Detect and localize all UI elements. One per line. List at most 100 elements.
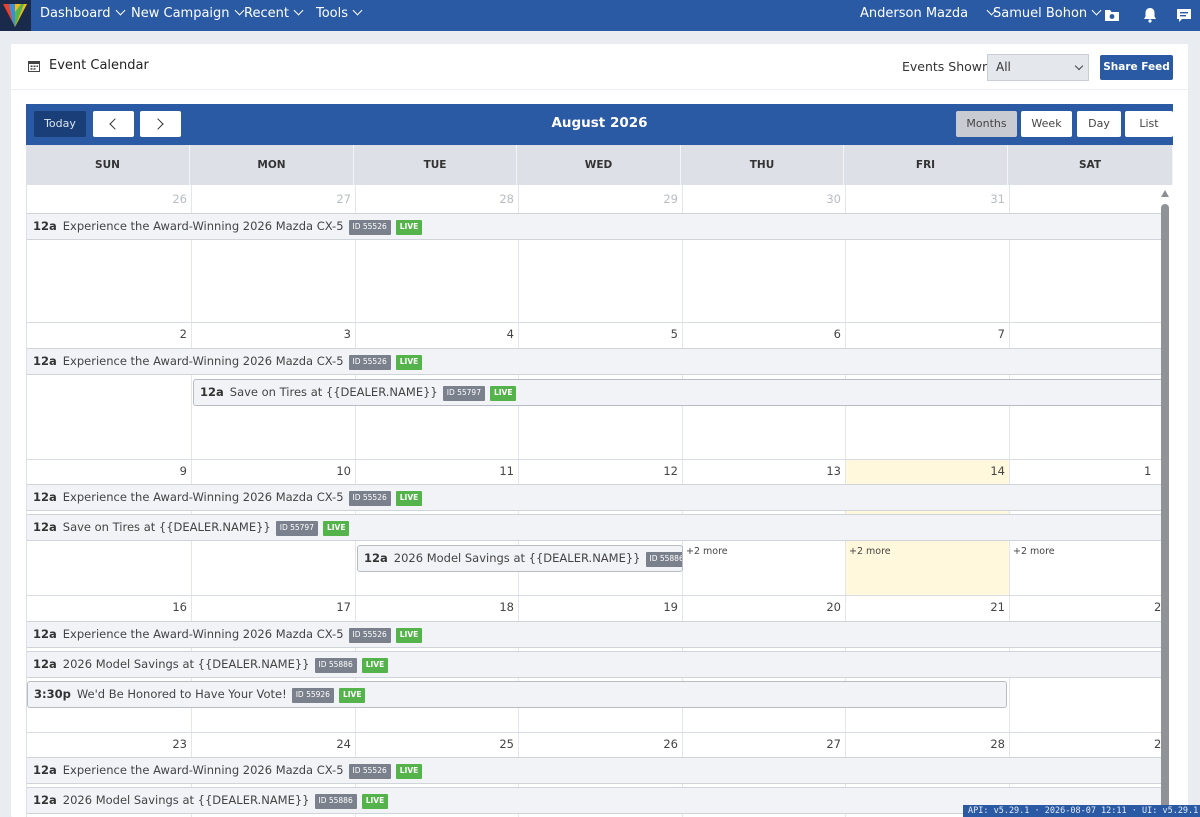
chevron-down-icon	[1074, 61, 1084, 71]
event-bar[interactable]: 12a Experience the Award-Winning 2026 Maz…	[27, 213, 1161, 240]
day-number[interactable]: 25	[484, 737, 514, 751]
event-bar[interactable]: 12a Experience the Award-Winning 2026 Maz…	[27, 621, 1161, 648]
day-number[interactable]: 16	[157, 600, 187, 614]
calendar-toolbar: Today August 2026 Months Week Day List	[26, 104, 1173, 145]
event-bar[interactable]: 12a Save on Tires at {{DEALER.NAME}} ID 55…	[27, 514, 1161, 541]
event-bar[interactable]: 12a 2026 Model Savings at {{DEALER.NAME}}…	[357, 545, 683, 572]
scroll-up-arrow[interactable]	[1161, 190, 1169, 197]
more-events-link[interactable]: +2 more	[686, 546, 728, 557]
event-title: We'd Be Honored to Have Your Vote!	[76, 687, 287, 701]
nav-tools[interactable]: Tools	[316, 0, 363, 31]
event-bar[interactable]: 3:30p We'd Be Honored to Have Your Vote! I…	[27, 681, 1007, 708]
day-number[interactable]: 5	[648, 327, 678, 341]
day-number[interactable]: 26	[157, 192, 187, 206]
event-id-badge: ID 55886	[314, 794, 357, 809]
bell-icon[interactable]	[1141, 6, 1159, 24]
day-number[interactable]: 18	[484, 600, 514, 614]
status-badge: LIVE	[395, 491, 423, 506]
day-number[interactable]: 3	[321, 327, 351, 341]
day-number[interactable]: 29	[648, 192, 678, 206]
top-navbar: Dashboard New Campaign Recent Tools Ande…	[0, 0, 1200, 31]
day-number[interactable]: 12	[648, 464, 678, 478]
status-badge: LIVE	[395, 628, 423, 643]
event-bar[interactable]: 12a Experience the Award-Winning 2026 Maz…	[27, 484, 1161, 511]
chevron-down-icon	[352, 5, 363, 16]
day-number[interactable]: 21	[975, 600, 1005, 614]
day-number[interactable]: 1	[1144, 464, 1161, 478]
view-list-button[interactable]: List	[1125, 111, 1173, 137]
event-title: Experience the Award-Winning 2026 Mazda …	[62, 627, 344, 641]
day-number[interactable]: 28	[484, 192, 514, 206]
event-time: 12a	[33, 793, 57, 807]
event-id-badge: ID 55886	[314, 658, 357, 673]
day-number[interactable]: 24	[321, 737, 351, 751]
view-week-button[interactable]: Week	[1021, 111, 1072, 137]
status-badge: LIVE	[395, 355, 423, 370]
day-number[interactable]: 31	[975, 192, 1005, 206]
event-time: 12a	[33, 354, 57, 368]
day-number[interactable]: 13	[811, 464, 841, 478]
day-number[interactable]: 2	[1154, 737, 1161, 751]
share-feed-button[interactable]: Share Feed	[1100, 55, 1173, 80]
day-number[interactable]: 19	[648, 600, 678, 614]
day-number[interactable]: 28	[975, 737, 1005, 751]
event-bar[interactable]: 12a Experience the Award-Winning 2026 Maz…	[27, 348, 1161, 375]
view-months-button[interactable]: Months	[956, 111, 1017, 137]
event-time: 12a	[33, 219, 57, 233]
event-bar[interactable]: 12a 2026 Model Savings at {{DEALER.NAME}}…	[27, 651, 1161, 678]
status-badge: LIVE	[361, 658, 389, 673]
event-time: 12a	[364, 551, 388, 565]
status-badge: LIVE	[395, 220, 423, 235]
app-logo[interactable]	[0, 0, 31, 31]
events-shown-select[interactable]: All	[987, 54, 1089, 81]
message-icon[interactable]	[1175, 6, 1193, 24]
weekday-sat: SAT	[1008, 145, 1173, 185]
event-id-badge: ID 55926	[291, 688, 334, 703]
event-time: 12a	[33, 763, 57, 777]
account-selector[interactable]: Anderson Mazda	[860, 0, 997, 31]
event-id-badge: ID 55886	[645, 552, 682, 567]
status-badge: LIVE	[361, 794, 389, 809]
day-number[interactable]: 26	[648, 737, 678, 751]
view-day-button[interactable]: Day	[1077, 111, 1121, 137]
day-number[interactable]: 20	[811, 600, 841, 614]
event-id-badge: ID 55526	[348, 764, 391, 779]
day-number[interactable]: 27	[321, 192, 351, 206]
folder-camera-icon[interactable]	[1103, 6, 1121, 24]
more-events-link[interactable]: +2 more	[849, 546, 891, 557]
nav-dashboard[interactable]: Dashboard	[40, 0, 125, 31]
event-time: 3:30p	[34, 687, 71, 701]
weekday-thu: THU	[681, 145, 844, 185]
weekday-header: SUN MON TUE WED THU FRI SAT	[26, 145, 1173, 185]
version-info: API: v5.29.1 · 2026-08-07 12:11 · UI: v5…	[963, 805, 1200, 817]
status-badge: LIVE	[395, 764, 423, 779]
day-number[interactable]: 23	[157, 737, 187, 751]
day-number[interactable]: 6	[811, 327, 841, 341]
day-number[interactable]: 9	[157, 464, 187, 478]
day-number[interactable]: 7	[975, 327, 1005, 341]
event-bar[interactable]: 12a Save on Tires at {{DEALER.NAME}} ID 55…	[193, 379, 1161, 406]
calendar-icon	[28, 61, 40, 72]
events-shown-value: All	[996, 60, 1011, 74]
day-number-today[interactable]: 14	[975, 464, 1005, 478]
day-number[interactable]: 11	[484, 464, 514, 478]
user-menu[interactable]: Samuel Bohon	[993, 0, 1102, 31]
day-number[interactable]: 17	[321, 600, 351, 614]
event-bar[interactable]: 12a Experience the Award-Winning 2026 Maz…	[27, 757, 1161, 784]
day-number[interactable]: 4	[484, 327, 514, 341]
day-number[interactable]: 10	[321, 464, 351, 478]
nav-recent[interactable]: Recent	[244, 0, 304, 31]
status-badge: LIVE	[322, 521, 350, 536]
day-number[interactable]: 2	[1154, 600, 1161, 614]
event-title: 2026 Model Savings at {{DEALER.NAME}}	[62, 793, 310, 807]
scrollbar-thumb[interactable]	[1161, 204, 1169, 817]
day-number[interactable]: 30	[811, 192, 841, 206]
day-number[interactable]: 27	[811, 737, 841, 751]
chevron-down-icon	[115, 5, 125, 16]
more-events-link[interactable]: +2 more	[1013, 546, 1055, 557]
event-id-badge: ID 55526	[348, 220, 391, 235]
chevron-down-icon	[293, 5, 304, 16]
nav-new-campaign[interactable]: New Campaign	[131, 0, 244, 31]
page-title: Event Calendar	[49, 58, 149, 73]
day-number[interactable]: 2	[157, 327, 187, 341]
